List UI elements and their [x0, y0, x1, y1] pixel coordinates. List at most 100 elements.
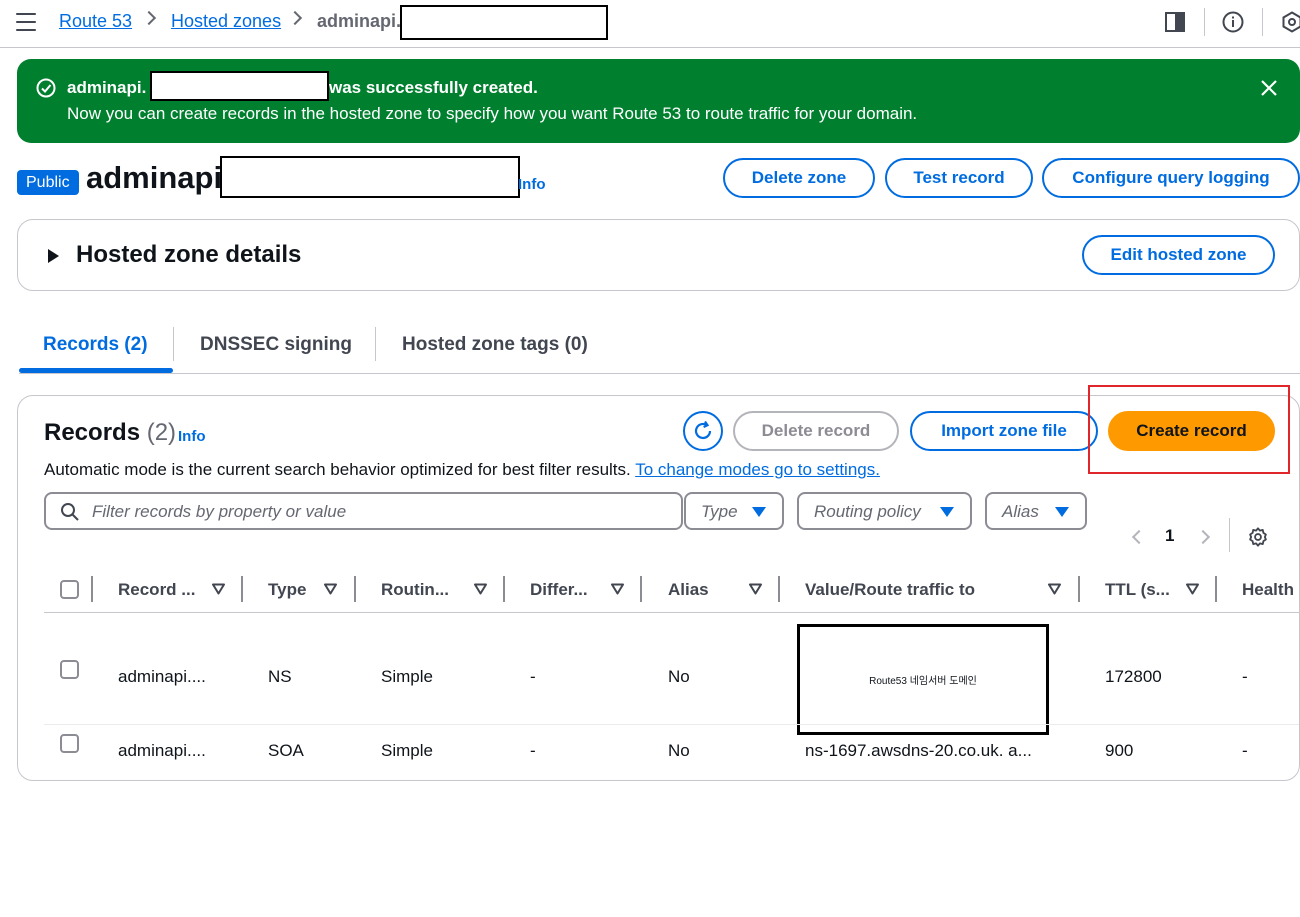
- delete-zone-button[interactable]: Delete zone: [723, 158, 875, 198]
- previous-page-icon[interactable]: [1131, 529, 1147, 545]
- sort-icon[interactable]: [474, 583, 487, 595]
- column-header-routing-policy[interactable]: Routin...: [381, 580, 449, 600]
- top-navigation: Route 53 Hosted zones adminapi.: [0, 0, 1300, 48]
- hosted-zone-details-panel: Hosted zone details Edit hosted zone: [17, 219, 1300, 291]
- chevron-right-icon: [287, 10, 303, 26]
- cell-record-name[interactable]: adminapi....: [118, 741, 206, 761]
- row-divider: [44, 724, 1299, 725]
- column-header-record-name[interactable]: Record ...: [118, 580, 195, 600]
- tab-dnssec-signing[interactable]: DNSSEC signing: [200, 334, 352, 356]
- public-badge: Public: [17, 170, 79, 195]
- column-header-ttl[interactable]: TTL (s...: [1105, 580, 1170, 600]
- cell-type: SOA: [268, 741, 304, 760]
- value-annotation: Route53 네임서버 도메인: [869, 676, 977, 687]
- cell-routing-policy: Simple: [381, 667, 433, 686]
- table-header-divider: [44, 612, 1299, 613]
- column-divider[interactable]: [778, 576, 780, 602]
- records-info-link[interactable]: Info: [178, 428, 206, 445]
- row-checkbox[interactable]: [60, 660, 79, 679]
- info-icon[interactable]: [1221, 10, 1245, 34]
- breadcrumb-hosted-zones[interactable]: Hosted zones: [171, 11, 281, 32]
- sort-icon[interactable]: [1048, 583, 1061, 595]
- cell-type: NS: [268, 667, 292, 686]
- caret-down-icon: [940, 507, 954, 517]
- divider: [375, 327, 376, 361]
- alias-filter-select[interactable]: Alias: [985, 492, 1087, 530]
- next-page-icon[interactable]: [1195, 529, 1211, 545]
- redaction-box: [400, 5, 608, 40]
- sort-icon[interactable]: [611, 583, 624, 595]
- column-header-alias[interactable]: Alias: [668, 580, 709, 600]
- flash-title-suffix: was successfully created.: [329, 78, 538, 97]
- divider: [1204, 8, 1205, 36]
- column-divider[interactable]: [1078, 576, 1080, 602]
- tab-records[interactable]: Records (2): [43, 334, 148, 356]
- column-divider[interactable]: [640, 576, 642, 602]
- refresh-button[interactable]: [683, 411, 723, 451]
- routing-policy-filter-label: Routing policy: [814, 502, 921, 521]
- cell-health: -: [1242, 667, 1248, 686]
- divider: [173, 327, 174, 361]
- divider: [1262, 8, 1263, 36]
- expand-caret-icon[interactable]: [48, 249, 59, 263]
- column-divider: [91, 576, 93, 602]
- sort-icon[interactable]: [324, 583, 337, 595]
- type-filter-select[interactable]: Type: [684, 492, 784, 530]
- cell-value-redacted: Route53 네임서버 도메인: [797, 624, 1049, 735]
- sort-icon[interactable]: [1186, 583, 1199, 595]
- routing-policy-filter-select[interactable]: Routing policy: [797, 492, 972, 530]
- import-zone-file-button[interactable]: Import zone file: [910, 411, 1098, 451]
- close-icon[interactable]: [1260, 79, 1278, 97]
- breadcrumb-current: adminapi.: [317, 11, 402, 31]
- column-divider[interactable]: [503, 576, 505, 602]
- menu-icon[interactable]: [16, 13, 36, 31]
- details-title[interactable]: Hosted zone details: [76, 241, 301, 269]
- cell-routing-policy: Simple: [381, 741, 433, 760]
- cell-differentiator: -: [530, 741, 536, 760]
- cell-value: ns-1697.awsdns-20.co.uk. a...: [805, 741, 1032, 760]
- sort-icon[interactable]: [749, 583, 762, 595]
- delete-record-button[interactable]: Delete record: [733, 411, 899, 451]
- refresh-icon: [694, 420, 712, 440]
- cell-ttl: 900: [1105, 741, 1134, 760]
- cell-health: -: [1242, 741, 1248, 760]
- page-number[interactable]: 1: [1165, 526, 1174, 546]
- alias-filter-label: Alias: [1002, 502, 1039, 521]
- check-circle-icon: [36, 78, 56, 98]
- sort-icon[interactable]: [212, 583, 225, 595]
- column-divider[interactable]: [354, 576, 356, 602]
- column-header-differentiator[interactable]: Differ...: [530, 580, 588, 600]
- flash-message: Now you can create records in the hosted…: [67, 104, 918, 123]
- search-icon: [61, 503, 79, 521]
- cell-record-name[interactable]: adminapi....: [118, 667, 206, 687]
- caret-down-icon: [752, 507, 766, 517]
- page-title: adminapi.: [86, 160, 231, 195]
- column-header-type[interactable]: Type: [268, 580, 306, 600]
- select-all-checkbox[interactable]: [60, 580, 79, 599]
- cell-alias: No: [668, 667, 690, 686]
- cell-differentiator: -: [530, 667, 536, 686]
- change-mode-link[interactable]: To change modes go to settings.: [635, 460, 880, 479]
- column-header-health[interactable]: Health: [1242, 580, 1294, 600]
- highlight-annotation: [1088, 385, 1290, 474]
- redaction-box: [220, 156, 520, 198]
- caret-down-icon: [1055, 507, 1069, 517]
- gear-icon[interactable]: [1247, 526, 1269, 548]
- active-tab-indicator: [19, 368, 173, 373]
- edit-hosted-zone-button[interactable]: Edit hosted zone: [1082, 235, 1275, 275]
- search-placeholder: Filter records by property or value: [92, 502, 347, 521]
- breadcrumb-route53[interactable]: Route 53: [59, 11, 132, 32]
- column-header-value[interactable]: Value/Route traffic to: [805, 580, 975, 600]
- split-panel-icon[interactable]: [1163, 10, 1187, 34]
- configure-query-logging-button[interactable]: Configure query logging: [1042, 158, 1300, 198]
- tab-hosted-zone-tags[interactable]: Hosted zone tags (0): [402, 334, 588, 356]
- column-divider[interactable]: [1215, 576, 1217, 602]
- success-flashbar: adminapi. was successfully created. Now …: [17, 59, 1300, 143]
- test-record-button[interactable]: Test record: [885, 158, 1033, 198]
- row-checkbox[interactable]: [60, 734, 79, 753]
- notifications-icon[interactable]: [1280, 10, 1300, 34]
- records-title: Records (2): [44, 419, 177, 446]
- info-link[interactable]: Info: [518, 176, 546, 193]
- column-divider[interactable]: [241, 576, 243, 602]
- filter-records-input[interactable]: Filter records by property or value: [44, 492, 683, 530]
